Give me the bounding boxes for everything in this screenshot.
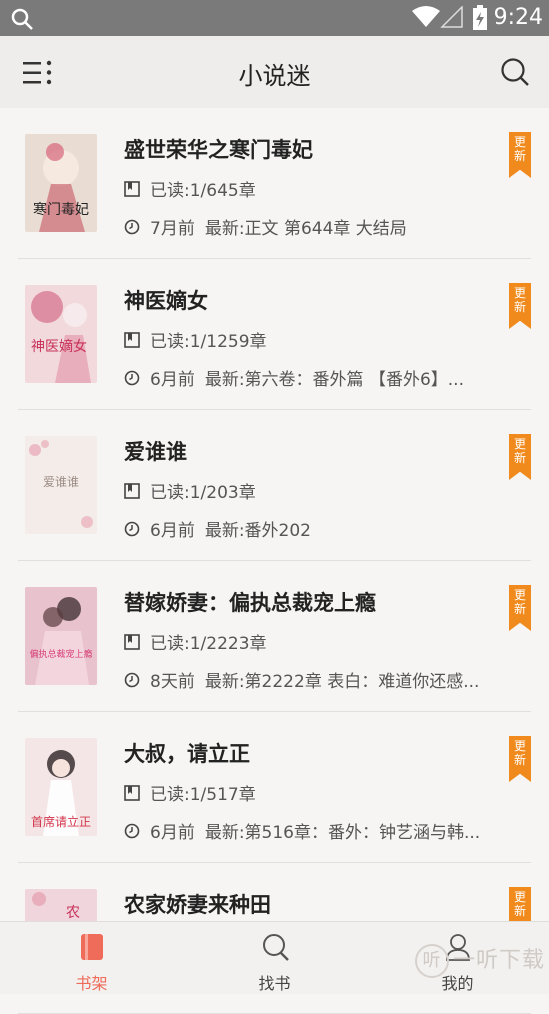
read-progress: 已读:1/517章: [124, 780, 256, 805]
update-badge: 更新: [509, 283, 531, 329]
battery-charging-icon: [473, 5, 487, 30]
book-cover[interactable]: 偏执总裁宠上瘾: [25, 587, 97, 685]
read-text: 已读:1/2223章: [150, 634, 267, 654]
update-time: 6月前: [150, 823, 195, 843]
book-item[interactable]: 神医嫡女 神医嫡女 已读:1/1259章 6月前 最新:第六卷：番外篇 【番外6】…: [18, 259, 531, 410]
bookmark-icon: [124, 331, 140, 348]
latest-text: 最新:第2222章 表白：难道你还感...: [204, 672, 480, 692]
book-item[interactable]: 爱谁谁 爱谁谁 已读:1/203章 6月前 最新:番外202 更新: [18, 410, 531, 561]
clock-icon: [124, 521, 140, 536]
read-progress: 已读:1/645章: [124, 176, 256, 201]
bookmark-icon: [124, 482, 140, 499]
read-text: 已读:1/645章: [150, 181, 256, 201]
cover-text: 寒门毒妃: [33, 201, 89, 218]
update-badge: 更新: [509, 736, 531, 782]
read-progress: 已读:1/1259章: [124, 327, 267, 352]
latest-text: 最新:第516章：番外：钟艺涵与韩...: [204, 823, 481, 843]
search-book-icon: [263, 934, 289, 961]
book-item[interactable]: 寒门毒妃 盛世荣华之寒门毒妃 已读:1/645章 7月前 最新:正文 第644章 …: [18, 108, 531, 259]
app-header: 小说迷: [0, 36, 549, 108]
book-cover[interactable]: 爱谁谁: [25, 436, 97, 534]
cover-text: 首席请立正: [31, 814, 91, 829]
cover-text: 爱谁谁: [43, 475, 79, 489]
latest-chapter: 6月前 最新:番外202: [124, 516, 311, 541]
status-bar: 9:24: [0, 0, 549, 36]
cover-text: 神医嫡女: [31, 338, 87, 355]
wifi-icon: [412, 6, 440, 27]
update-badge: 更新: [509, 132, 531, 178]
latest-chapter: 6月前 最新:第六卷：番外篇 【番外6】...: [124, 365, 464, 390]
tab-find-books[interactable]: 找书: [183, 922, 366, 994]
tab-bookshelf[interactable]: 书架: [0, 922, 183, 994]
update-badge: 更新: [509, 585, 531, 631]
read-text: 已读:1/1259章: [150, 332, 267, 352]
watermark-logo-icon: 听: [414, 944, 449, 978]
latest-text: 最新:第六卷：番外篇 【番外6】...: [204, 370, 464, 390]
clock-icon: [124, 370, 140, 385]
signal-icon: [440, 6, 463, 28]
watermark: 听一听下载: [414, 942, 545, 978]
cover-text: 偏执总裁宠上瘾: [29, 648, 92, 660]
read-progress: 已读:1/203章: [124, 478, 256, 503]
clock-icon: [124, 672, 140, 687]
clock-icon: [124, 823, 140, 838]
latest-chapter: 8天前 最新:第2222章 表白：难道你还感...: [124, 667, 479, 692]
book-cover[interactable]: 神医嫡女: [25, 285, 97, 383]
clock-icon: [124, 219, 140, 234]
book-title: 爱谁谁: [124, 440, 187, 464]
page-title: 小说迷: [238, 62, 311, 90]
bookmark-icon: [124, 784, 140, 801]
cover-text: 农: [66, 905, 80, 921]
bookshelf-list: 寒门毒妃 盛世荣华之寒门毒妃 已读:1/645章 7月前 最新:正文 第644章 …: [0, 108, 549, 1014]
update-badge: 更新: [509, 434, 531, 480]
book-cover[interactable]: 寒门毒妃: [25, 134, 97, 232]
search-icon[interactable]: [499, 56, 531, 88]
tab-label: 书架: [75, 974, 108, 993]
book-title: 替嫁娇妻：偏执总裁宠上瘾: [124, 591, 376, 615]
book-cover[interactable]: 首席请立正: [25, 738, 97, 836]
latest-chapter: 7月前 最新:正文 第644章 大结局: [124, 214, 407, 239]
read-progress: 已读:1/2223章: [124, 629, 267, 654]
update-time: 8天前: [150, 672, 195, 692]
book-title: 农家娇妻来种田: [124, 893, 271, 917]
latest-chapter: 6月前 最新:第516章：番外：钟艺涵与韩...: [124, 818, 480, 843]
book-item[interactable]: 首席请立正 大叔，请立正 已读:1/517章 6月前 最新:第516章：番外：钟艺…: [18, 712, 531, 863]
book-title: 神医嫡女: [124, 289, 208, 313]
search-icon: [11, 8, 33, 30]
book-title: 大叔，请立正: [124, 742, 250, 766]
update-time: 7月前: [150, 219, 195, 239]
bookmark-icon: [124, 633, 140, 650]
bookshelf-icon: [81, 934, 103, 960]
read-text: 已读:1/517章: [150, 785, 256, 805]
bookmark-icon: [124, 180, 140, 197]
update-time: 6月前: [150, 521, 195, 541]
latest-text: 最新:正文 第644章 大结局: [204, 219, 407, 239]
watermark-text: 一听下载: [452, 948, 545, 973]
latest-text: 最新:番外202: [204, 521, 312, 541]
clock: 9:24: [493, 5, 543, 30]
book-title: 盛世荣华之寒门毒妃: [124, 138, 313, 162]
book-item[interactable]: 偏执总裁宠上瘾 替嫁娇妻：偏执总裁宠上瘾 已读:1/2223章 8天前 最新:第2…: [18, 561, 531, 712]
read-text: 已读:1/203章: [150, 483, 256, 503]
update-time: 6月前: [150, 370, 195, 390]
tab-label: 找书: [258, 974, 291, 993]
